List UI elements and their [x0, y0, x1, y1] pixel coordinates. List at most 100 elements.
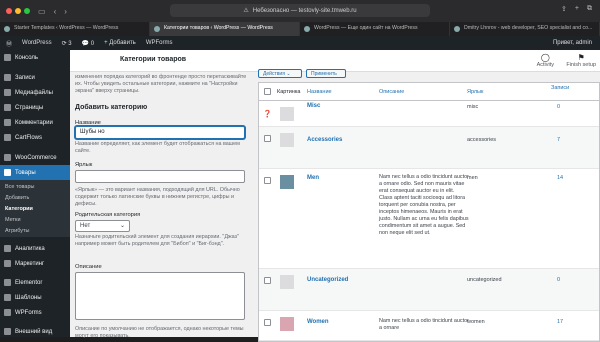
brush-icon: [4, 328, 11, 335]
close-window-button[interactable]: [6, 8, 12, 14]
submenu-all-products[interactable]: Все товары: [0, 181, 70, 192]
col-slug[interactable]: Ярлык: [467, 89, 483, 95]
submenu-tags[interactable]: Метки: [0, 214, 70, 225]
address-text: Небезопасно — testovly-site.tmweb.ru: [252, 7, 357, 14]
sidebar-item-media[interactable]: Медиафайлы: [0, 85, 70, 100]
category-count[interactable]: 17: [557, 319, 563, 325]
category-name[interactable]: Misc: [307, 103, 320, 109]
comment-icon: [4, 119, 11, 126]
sidebar-item-marketing[interactable]: Маркетинг: [0, 256, 70, 271]
tab-categories[interactable]: Категории товаров ‹ WordPress — WordPres…: [150, 22, 300, 36]
favicon-icon: [4, 26, 10, 32]
lock-icon: ⚠: [243, 8, 249, 14]
updates-icon[interactable]: ⟳ 3: [62, 40, 72, 47]
tab-site[interactable]: WordPress — Еще один сайт на WordPress: [300, 22, 450, 36]
wpforms-icon: [4, 309, 11, 316]
category-slug: uncategorized: [467, 277, 502, 283]
description-textarea[interactable]: [75, 272, 245, 320]
name-hint: Название определяет, как элемент будет о…: [75, 141, 240, 154]
col-count[interactable]: Записи: [551, 85, 569, 91]
sidebar-item-dashboard[interactable]: Консоль: [0, 50, 70, 65]
back-icon[interactable]: ‹: [54, 7, 57, 16]
maximize-window-button[interactable]: [24, 8, 30, 14]
row-checkbox[interactable]: [264, 277, 271, 284]
forward-icon[interactable]: ›: [64, 7, 67, 16]
bulk-actions-select[interactable]: Действия ⌄: [258, 69, 302, 78]
placeholder-image: [280, 275, 294, 289]
row-checkbox[interactable]: [264, 135, 271, 142]
col-image: Картинка: [277, 89, 301, 95]
category-name[interactable]: Women: [307, 319, 329, 325]
favicon-icon: [304, 26, 310, 32]
submenu-categories[interactable]: Категории: [0, 203, 70, 214]
chevron-down-icon: ⌄: [286, 71, 291, 77]
category-slug: misc: [467, 104, 479, 110]
submenu-add-new[interactable]: Добавить: [0, 192, 70, 203]
category-name[interactable]: Men: [307, 175, 319, 181]
category-count[interactable]: 14: [557, 175, 563, 181]
sidebar-item-products[interactable]: Товары: [0, 165, 70, 180]
woocommerce-icon: [4, 154, 11, 161]
admin-bar-site[interactable]: WordPress: [22, 40, 52, 46]
col-description[interactable]: Описание: [379, 89, 404, 95]
elementor-icon: [4, 279, 11, 286]
pin-icon: [4, 74, 11, 81]
products-submenu: Все товары Добавить Категории Метки Атри…: [0, 180, 70, 237]
new-tab-icon[interactable]: +: [575, 5, 579, 13]
category-name[interactable]: Accessories: [307, 137, 342, 143]
category-description: Nam nec tellus a odio tincidunt auctor a…: [379, 318, 469, 331]
table-header: Картинка Название Описание Ярлык Записи: [259, 83, 599, 101]
category-count[interactable]: 7: [557, 137, 560, 143]
sidebar-item-comments[interactable]: Комментарии: [0, 115, 70, 130]
chevron-down-icon: ⌄: [119, 223, 125, 229]
category-count[interactable]: 0: [557, 277, 560, 283]
help-icon[interactable]: ❓: [263, 110, 272, 118]
name-input[interactable]: Шубы но: [75, 126, 245, 139]
activity-button[interactable]: ◯ Activity: [537, 53, 554, 68]
description-hint: Описание по умолчанию не отображается, о…: [75, 326, 244, 339]
sidebar-toggle-icon[interactable]: ▭: [38, 7, 46, 16]
parent-label: Родительская категория: [75, 212, 141, 218]
share-icon[interactable]: ⇪: [561, 5, 567, 13]
row-checkbox[interactable]: [264, 177, 271, 184]
address-bar[interactable]: ⚠ Небезопасно — testovly-site.tmweb.ru: [170, 4, 430, 17]
minimize-window-button[interactable]: [15, 8, 21, 14]
folder-icon: [4, 294, 11, 301]
sidebar-item-woocommerce[interactable]: WooCommerce: [0, 150, 70, 165]
comments-icon[interactable]: 💬 0: [82, 40, 94, 47]
category-thumbnail: [280, 175, 294, 189]
flag-icon: ⚑: [577, 53, 585, 62]
category-count[interactable]: 0: [557, 104, 560, 110]
tab-starter-templates[interactable]: Starter Templates ‹ WordPress — WordPres…: [0, 22, 150, 36]
sidebar-item-analytics[interactable]: Аналитика: [0, 241, 70, 256]
add-new-menu[interactable]: + Добавить: [104, 40, 136, 46]
sidebar-item-wpforms[interactable]: WPForms: [0, 305, 70, 320]
parent-select[interactable]: Нет ⌄: [75, 220, 130, 232]
tab-bar: Starter Templates ‹ WordPress — WordPres…: [0, 22, 600, 36]
intro-text: изменения порядка категорий во фронтенде…: [75, 74, 247, 94]
main-content: Категории товаров ◯ Activity ⚑ Finish se…: [70, 50, 600, 342]
wpforms-menu[interactable]: WPForms: [146, 40, 173, 46]
sidebar-item-elementor[interactable]: Elementor: [0, 275, 70, 290]
wordpress-logo-icon[interactable]: Ⓦ: [6, 39, 12, 48]
sidebar-item-cartflows[interactable]: CartFlows: [0, 130, 70, 145]
sidebar-item-posts[interactable]: Записи: [0, 70, 70, 85]
col-name[interactable]: Название: [307, 89, 332, 95]
select-all-checkbox[interactable]: [264, 88, 271, 95]
slug-label: Ярлык: [75, 162, 93, 168]
category-name[interactable]: Uncategorized: [307, 277, 348, 283]
submenu-attributes[interactable]: Атрибуты: [0, 225, 70, 236]
tabs-overview-icon[interactable]: ⧉: [587, 5, 592, 13]
finish-setup-button[interactable]: ⚑ Finish setup: [566, 53, 596, 68]
row-checkbox[interactable]: [264, 319, 271, 326]
table-row: Men Nam nec tellus a odio tincidunt auct…: [259, 169, 599, 269]
parent-hint: Назначьте родительский элемент для созда…: [75, 234, 239, 247]
activity-icon: ◯: [540, 53, 550, 62]
sidebar-item-pages[interactable]: Страницы: [0, 100, 70, 115]
slug-input[interactable]: [75, 170, 245, 183]
user-greeting[interactable]: Привет, admin: [553, 40, 592, 46]
tab-portfolio[interactable]: Dmitry Lhnrov - web developer, SEO speci…: [450, 22, 600, 36]
apply-button[interactable]: Применить: [306, 69, 346, 78]
chart-icon: [4, 245, 11, 252]
sidebar-item-templates[interactable]: Шаблоны: [0, 290, 70, 305]
